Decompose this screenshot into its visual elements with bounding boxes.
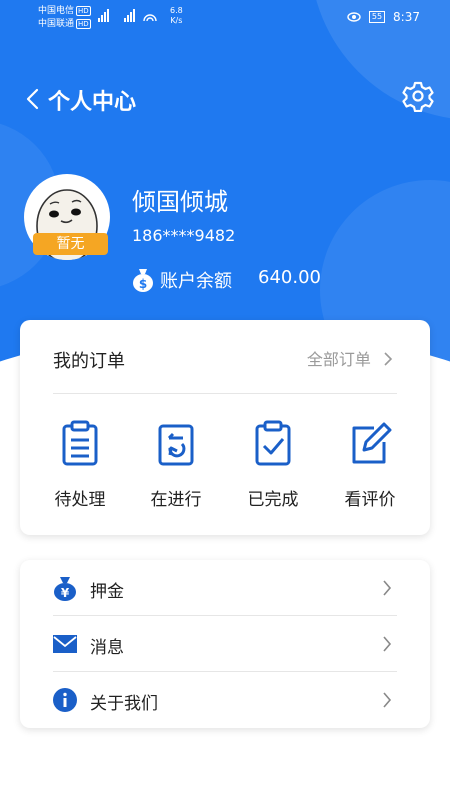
divider bbox=[53, 393, 397, 394]
orders-card: 我的订单 全部订单 待处理 在进行 已完成 看评价 bbox=[20, 320, 430, 535]
carrier-1: 中国电信 bbox=[38, 6, 75, 16]
clipboard-check-icon bbox=[255, 420, 291, 466]
back-arrow-icon[interactable] bbox=[22, 86, 44, 112]
battery-icon: 55 bbox=[368, 11, 386, 23]
signal-icon bbox=[98, 9, 157, 22]
eye-icon bbox=[347, 12, 361, 22]
menu-item-messages[interactable]: 消息 bbox=[20, 616, 430, 672]
chevron-right-icon bbox=[384, 352, 393, 366]
menu-list-card: ¥ 押金 消息 关于我们 bbox=[20, 560, 430, 728]
order-status-completed[interactable]: 已完成 bbox=[233, 420, 313, 512]
svg-text:$: $ bbox=[139, 277, 147, 291]
chevron-right-icon bbox=[383, 636, 392, 652]
balance-value: 640.00 bbox=[258, 267, 321, 288]
info-icon bbox=[53, 688, 77, 712]
order-status-label: 已完成 bbox=[247, 490, 299, 510]
mail-icon bbox=[53, 635, 77, 653]
avatar-status-badge: 暂无 bbox=[33, 233, 108, 255]
menu-item-label: 消息 bbox=[90, 638, 124, 658]
page-title: 个人中心 bbox=[48, 90, 137, 115]
menu-item-deposit[interactable]: ¥ 押金 bbox=[20, 560, 430, 616]
hd-badge: HD bbox=[76, 6, 91, 16]
menu-item-about-us[interactable]: 关于我们 bbox=[20, 672, 430, 728]
carrier-2: 中国联通 bbox=[38, 19, 75, 29]
order-status-label: 待处理 bbox=[54, 490, 106, 510]
status-right: 55 8:37 bbox=[347, 10, 420, 24]
carrier-info: 中国电信 HD 中国联通 HD bbox=[38, 5, 91, 31]
order-status-label: 在进行 bbox=[150, 490, 202, 510]
net-speed: 6.8 K/s bbox=[170, 6, 183, 26]
order-status-review[interactable]: 看评价 bbox=[330, 420, 410, 512]
chevron-right-icon bbox=[383, 580, 392, 596]
net-speed-unit: K/s bbox=[170, 16, 183, 25]
menu-item-label: 押金 bbox=[90, 582, 124, 602]
all-orders-label: 全部订单 bbox=[306, 350, 371, 369]
top-bar: 个人中心 bbox=[0, 80, 450, 120]
gear-icon[interactable] bbox=[402, 80, 434, 112]
svg-text:¥: ¥ bbox=[61, 586, 70, 600]
order-status-pending[interactable]: 待处理 bbox=[40, 420, 120, 512]
all-orders-link[interactable]: 全部订单 bbox=[307, 346, 392, 370]
hd-badge: HD bbox=[76, 19, 91, 29]
menu-item-label: 关于我们 bbox=[90, 694, 158, 714]
clipboard-list-icon bbox=[62, 420, 98, 466]
order-status-in-progress[interactable]: 在进行 bbox=[136, 420, 216, 512]
user-name: 倾国倾城 bbox=[132, 188, 228, 216]
user-phone: 186****9482 bbox=[132, 226, 236, 245]
money-bag-icon: ¥ bbox=[54, 577, 76, 601]
orders-title: 我的订单 bbox=[53, 351, 125, 372]
status-time: 8:37 bbox=[393, 10, 420, 24]
edit-pen-icon bbox=[352, 422, 392, 464]
status-bar: 中国电信 HD 中国联通 HD 6.8 K/s 55 8:37 bbox=[0, 0, 450, 36]
order-status-label: 看评价 bbox=[344, 490, 396, 510]
clipboard-refresh-icon bbox=[158, 424, 194, 466]
balance-label: 账户余额 bbox=[160, 271, 232, 292]
signal-icons bbox=[92, 7, 162, 28]
chevron-right-icon bbox=[383, 692, 392, 708]
money-bag-icon: $ bbox=[133, 269, 153, 292]
net-speed-value: 6.8 bbox=[170, 6, 183, 15]
